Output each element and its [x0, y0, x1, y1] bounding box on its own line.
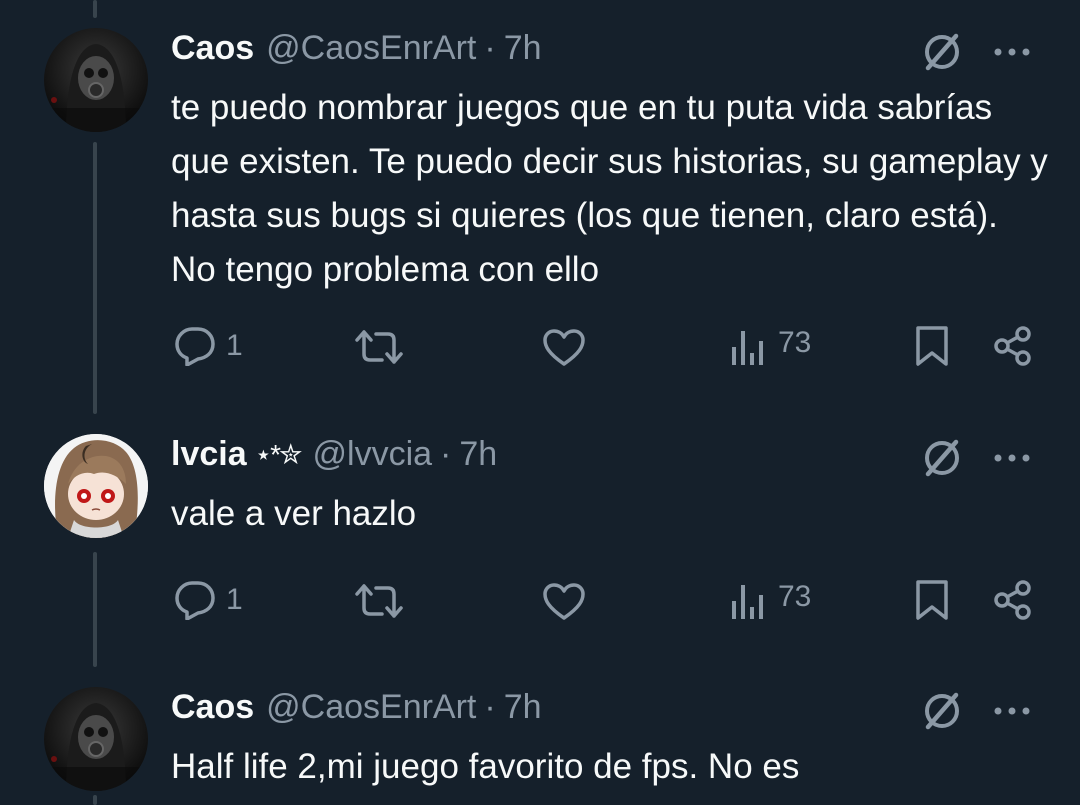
more-dots-icon[interactable]: [990, 701, 1034, 721]
bookmark-button[interactable]: [914, 579, 950, 621]
tweet-header: Caos @CaosEnrArt · 7h: [171, 687, 542, 727]
separator-dot: ·: [484, 28, 496, 67]
views-chart-icon: [732, 331, 763, 365]
tweet-text: Half life 2,mi juego favorito de fps. No…: [171, 747, 800, 786]
share-icon: [994, 580, 1031, 620]
timestamp[interactable]: 7h: [504, 688, 542, 727]
tweet-actions: 1 73: [0, 577, 1080, 627]
view-count: 73: [778, 580, 812, 613]
like-button[interactable]: [542, 329, 596, 367]
share-icon: [994, 326, 1031, 366]
view-count: 73: [778, 326, 812, 359]
avatar[interactable]: [44, 687, 148, 791]
reply-icon: [175, 581, 215, 620]
display-name[interactable]: lvcia: [171, 435, 247, 474]
thread-line: [93, 0, 97, 18]
avatar[interactable]: [44, 28, 148, 132]
tweet-header: Caos @CaosEnrArt · 7h: [171, 28, 542, 68]
timestamp[interactable]: 7h: [459, 435, 497, 474]
name-stars-decoration: ⋆*✮: [254, 438, 303, 470]
timestamp[interactable]: 7h: [504, 29, 542, 68]
heart-icon: [543, 583, 585, 620]
tweet[interactable]: Caos @CaosEnrArt · 7h Half life 2,mi jue…: [0, 687, 1080, 805]
more-dots-icon[interactable]: [990, 448, 1034, 468]
retweet-icon: [355, 330, 403, 364]
tweet-text: te puedo nombrar juegos que en tu puta v…: [171, 88, 1048, 289]
bookmark-icon: [916, 580, 948, 620]
like-button[interactable]: [542, 583, 596, 621]
display-name[interactable]: Caos: [171, 688, 254, 727]
user-handle[interactable]: @CaosEnrArt: [266, 688, 476, 727]
anime-girl-avatar-image: [44, 434, 148, 538]
bookmark-icon: [916, 326, 948, 366]
gasmask-avatar-image: [44, 28, 148, 132]
share-button[interactable]: [992, 579, 1034, 621]
gasmask-avatar-image: [44, 687, 148, 791]
views-chart-icon: [732, 585, 763, 619]
retweet-button[interactable]: [354, 328, 414, 366]
grok-slash-icon[interactable]: [920, 30, 964, 74]
user-handle[interactable]: @lvvcia: [313, 435, 433, 474]
grok-slash-icon[interactable]: [920, 689, 964, 733]
separator-dot: ·: [440, 434, 452, 473]
tweet-text: vale a ver hazlo: [171, 494, 417, 533]
tweet[interactable]: lvcia ⋆*✮ @lvvcia · 7h vale a ver hazlo …: [0, 434, 1080, 644]
tweet-header: lvcia ⋆*✮ @lvvcia · 7h: [171, 434, 497, 474]
reply-button[interactable]: 1: [174, 326, 243, 366]
share-button[interactable]: [992, 325, 1034, 367]
tweet[interactable]: Caos @CaosEnrArt · 7h te puedo nombrar j…: [0, 28, 1080, 388]
separator-dot: ·: [484, 687, 496, 726]
grok-slash-icon[interactable]: [920, 436, 964, 480]
retweet-icon: [355, 584, 403, 618]
avatar[interactable]: [44, 434, 148, 538]
more-dots-icon[interactable]: [990, 42, 1034, 62]
views-button[interactable]: 73: [730, 326, 812, 367]
reply-icon: [175, 327, 215, 366]
bookmark-button[interactable]: [914, 325, 950, 367]
user-handle[interactable]: @CaosEnrArt: [266, 29, 476, 68]
heart-icon: [543, 329, 585, 366]
tweet-actions: 1 73: [0, 323, 1080, 373]
reply-button[interactable]: 1: [174, 580, 243, 620]
retweet-button[interactable]: [354, 582, 414, 620]
display-name[interactable]: Caos: [171, 29, 254, 68]
reply-count: 1: [226, 329, 243, 362]
views-button[interactable]: 73: [730, 580, 812, 621]
reply-count: 1: [226, 583, 243, 616]
